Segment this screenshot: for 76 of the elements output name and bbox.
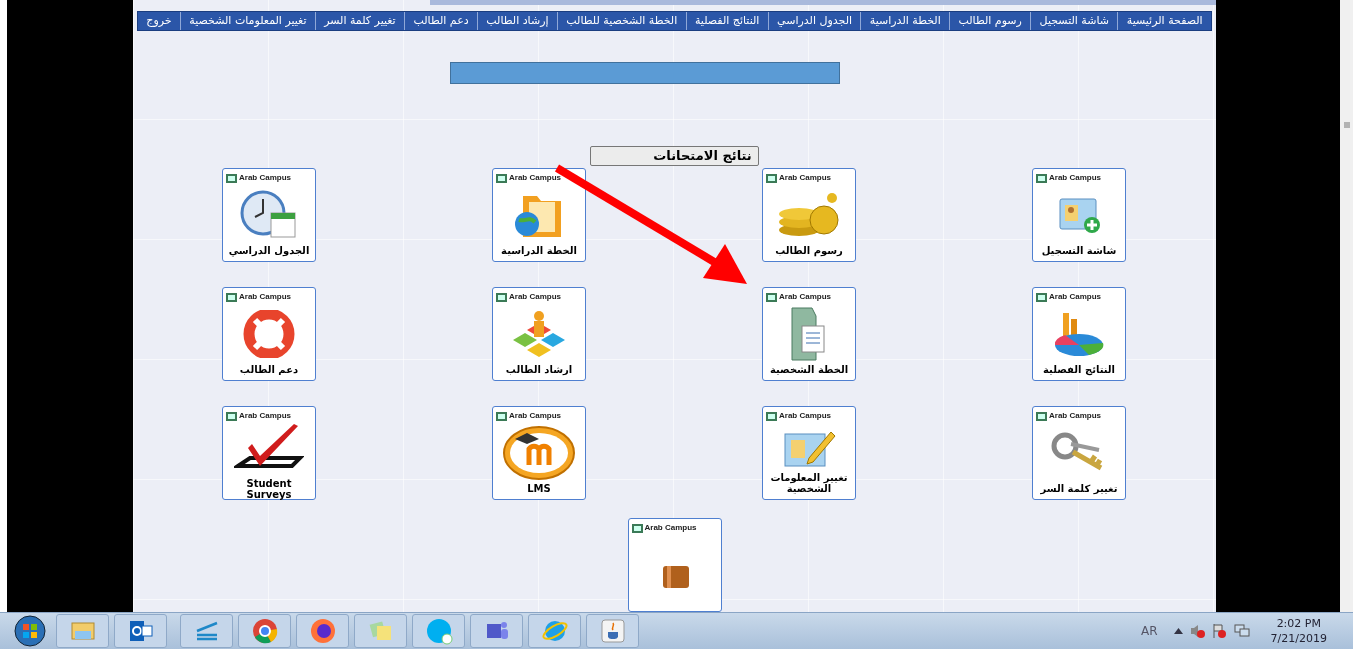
menu-link[interactable]: النتائج الفصلية bbox=[686, 11, 769, 30]
menu-link[interactable]: دعم الطالب bbox=[405, 11, 478, 30]
brand-label: Arab Campus bbox=[779, 291, 831, 304]
language-indicator[interactable]: AR bbox=[1141, 622, 1158, 640]
tile-label: الخطة الشخصية bbox=[768, 364, 850, 378]
brand-label: Arab Campus bbox=[1049, 410, 1101, 423]
brand-label: Arab Campus bbox=[509, 291, 561, 304]
logo-icon bbox=[766, 173, 777, 183]
menu-link[interactable]: شاشة التسجيل bbox=[1031, 11, 1119, 30]
taskbar-button[interactable] bbox=[180, 614, 233, 648]
firefox-icon bbox=[308, 617, 337, 645]
muted-speaker-icon[interactable] bbox=[1188, 623, 1205, 639]
brand-label: Arab Campus bbox=[644, 522, 697, 534]
tile-label: دعم الطالب bbox=[238, 364, 300, 378]
java-cup-icon bbox=[598, 617, 627, 645]
network-icon[interactable] bbox=[1232, 623, 1251, 639]
tile-label: تغيير المعلومات الشخصية bbox=[769, 472, 849, 497]
tile-label: الجدول الدراسي bbox=[227, 245, 311, 259]
tile-label: ارشاد الطالب bbox=[504, 364, 574, 378]
tile-label: شاشة التسجيل bbox=[1040, 245, 1118, 259]
tile-label: Student Surveys bbox=[245, 478, 293, 503]
menu-link[interactable]: خروج bbox=[138, 11, 181, 30]
logo-icon bbox=[496, 411, 507, 421]
brand-label: Arab Campus bbox=[509, 410, 561, 423]
taskbar-button[interactable] bbox=[238, 614, 291, 648]
taskbar-button[interactable] bbox=[470, 614, 523, 648]
menu-link[interactable]: رسوم الطالب bbox=[950, 11, 1032, 30]
flag-error-icon[interactable] bbox=[1210, 623, 1227, 639]
menu-link[interactable]: تغيير المعلومات الشخصية bbox=[181, 11, 316, 30]
scroll-grip-icon bbox=[1343, 122, 1350, 128]
menu-link[interactable]: الجدول الدراسي bbox=[768, 11, 862, 30]
logo-icon bbox=[226, 173, 237, 183]
heading-button[interactable]: نتائج الامتحانات bbox=[590, 145, 759, 166]
show-hidden-icons-icon[interactable] bbox=[1173, 628, 1183, 634]
logo-icon bbox=[226, 292, 237, 302]
app-tile[interactable]: Arab Campus bbox=[627, 518, 722, 612]
brand-label: Arab Campus bbox=[239, 410, 291, 423]
logo-icon bbox=[226, 411, 237, 421]
brand-label: Arab Campus bbox=[1049, 172, 1101, 185]
brand-label: Arab Campus bbox=[239, 291, 291, 304]
menu-link[interactable]: الخطة الشخصية للطالب bbox=[557, 11, 687, 30]
app-tile[interactable]: Arab Campus Student Surveys bbox=[222, 406, 316, 501]
logo-icon bbox=[1036, 173, 1047, 183]
chrome-icon bbox=[250, 617, 279, 645]
tile-label: LMS bbox=[526, 483, 552, 497]
clock-calendar-icon bbox=[239, 188, 299, 241]
clock-date: 7/21/2019 bbox=[1270, 631, 1327, 646]
tile-label: النتائج الفصلية bbox=[1042, 364, 1116, 378]
brand-label: Arab Campus bbox=[1049, 291, 1101, 304]
logo-icon bbox=[631, 523, 643, 533]
tile-label: رسوم الطالب bbox=[774, 245, 844, 259]
windows-logo-icon bbox=[14, 615, 46, 647]
logo-icon bbox=[766, 411, 777, 421]
taskbar-button[interactable] bbox=[296, 614, 349, 648]
taskbar-button[interactable] bbox=[114, 614, 167, 648]
logo-icon bbox=[496, 173, 507, 183]
menu-link[interactable]: الخطة الدراسية bbox=[861, 11, 951, 30]
logo-icon bbox=[1036, 411, 1047, 421]
brand-label: Arab Campus bbox=[779, 172, 831, 185]
brand-label: Arab Campus bbox=[509, 172, 561, 185]
menu-link[interactable]: إرشاد الطالب bbox=[477, 11, 558, 30]
brand-label: Arab Campus bbox=[239, 172, 291, 185]
app-tile[interactable]: Arab Campus LMS bbox=[492, 406, 586, 501]
logo-icon bbox=[496, 292, 507, 302]
taskbar-button[interactable] bbox=[586, 614, 639, 648]
tile-label: تغيير كلمة السر bbox=[1039, 483, 1119, 497]
life-buoy-icon bbox=[242, 309, 296, 358]
graduation-cap-logo-icon bbox=[501, 424, 577, 481]
menu-link[interactable]: الصفحة الرئيسية bbox=[1118, 11, 1211, 30]
logo-icon bbox=[1036, 292, 1047, 302]
menu-link[interactable]: تغيير كلمة السر bbox=[315, 11, 406, 30]
clock-time: 2:02 PM bbox=[1276, 616, 1321, 631]
logo-icon bbox=[766, 292, 777, 302]
brand-label: Arab Campus bbox=[779, 410, 831, 423]
skype-icon bbox=[424, 617, 453, 645]
tile-label: الخطة الدراسية bbox=[500, 245, 578, 259]
